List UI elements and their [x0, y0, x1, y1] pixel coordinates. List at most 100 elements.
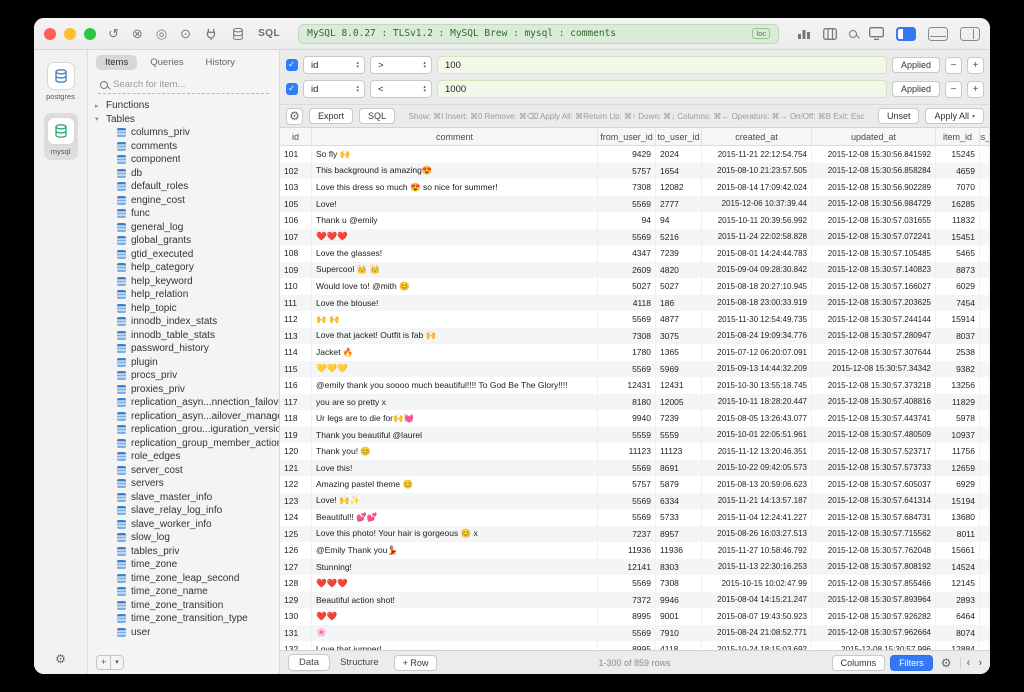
table-row[interactable]: 109 Supercool 👑 👑 2609 4820 2015-09-04 0… — [280, 262, 990, 279]
sidebar-table-item[interactable]: slave_relay_log_info — [95, 504, 279, 518]
table-row[interactable]: 120 Thank you! 😊 11123 11123 2015-11-12 … — [280, 443, 990, 460]
remove-filter-button[interactable]: − — [945, 57, 962, 74]
sidebar-table-item[interactable]: slow_log — [95, 531, 279, 545]
sidebar-table-item[interactable]: user — [95, 626, 279, 640]
table-row[interactable]: 118 Ur legs are to die for🙌💓 9940 7239 2… — [280, 410, 990, 427]
sidebar-table-item[interactable]: help_topic — [95, 302, 279, 316]
sidebar-table-item[interactable]: innodb_index_stats — [95, 315, 279, 329]
filter-value-input[interactable] — [437, 80, 887, 98]
table-row[interactable]: 121 Love this! 5569 8691 2015-10-22 09:4… — [280, 460, 990, 477]
table-row[interactable]: 106 Thank u @emily 94 94 2015-10-11 20:3… — [280, 212, 990, 229]
sidebar-table-item[interactable]: proxies_priv — [95, 383, 279, 397]
table-row[interactable]: 128 ❤️❤️❤️ 5569 7308 2015-10-15 10:02:47… — [280, 575, 990, 592]
unset-button[interactable]: Unset — [878, 108, 920, 124]
filter-operator-select[interactable]: < — [370, 80, 432, 98]
record-icon[interactable]: ⊙ — [180, 27, 191, 40]
fullscreen-button[interactable] — [84, 28, 96, 40]
close-button[interactable] — [44, 28, 56, 40]
sidebar-table-item[interactable]: password_history — [95, 342, 279, 356]
sidebar-table-item[interactable]: replication_group_member_actions — [95, 437, 279, 451]
search-icon[interactable] — [849, 30, 857, 38]
apply-all-button[interactable]: Apply All▾ — [925, 108, 984, 124]
filters-button[interactable]: Filters — [890, 655, 933, 671]
filter-value-input[interactable] — [437, 56, 887, 74]
sql-button[interactable]: SQL — [359, 108, 395, 124]
table-row[interactable]: 103 Love this dress so much 😍 so nice fo… — [280, 179, 990, 196]
table-row[interactable]: 113 Love that jacket! Outfit is fab 🙌 73… — [280, 328, 990, 345]
tab-history[interactable]: History — [197, 55, 245, 70]
section-tables[interactable]: Tables — [95, 113, 279, 127]
sidebar-table-item[interactable]: slave_master_info — [95, 491, 279, 505]
column-header-updated-at[interactable]: updated_at — [812, 128, 936, 145]
column-header-from-user-id[interactable]: from_user_id — [598, 128, 656, 145]
remove-filter-button[interactable]: − — [945, 81, 962, 98]
sidebar-table-item[interactable]: time_zone_transition_type — [95, 612, 279, 626]
sidebar-table-item[interactable]: slave_worker_info — [95, 518, 279, 532]
columns-button[interactable]: Columns — [832, 655, 886, 671]
tab-structure[interactable]: Structure — [330, 655, 389, 670]
sidebar-table-item[interactable]: help_category — [95, 261, 279, 275]
column-header-created-at[interactable]: created_at — [702, 128, 812, 145]
plug-icon[interactable] — [204, 27, 218, 41]
minimize-button[interactable] — [64, 28, 76, 40]
table-row[interactable]: 107 ❤️❤️❤️ 5569 5216 2015-11-24 22:02:58… — [280, 229, 990, 246]
table-row[interactable]: 119 Thank you beautiful @laurel 5559 555… — [280, 427, 990, 444]
sidebar-table-item[interactable]: replication_asyn...nnection_failover — [95, 396, 279, 410]
table-row[interactable]: 131 🌸 5569 7910 2015-08-24 21:08:52.771 … — [280, 625, 990, 642]
table-row[interactable]: 115 💛💛💛 5569 5969 2015-09-13 14:44:32.20… — [280, 361, 990, 378]
tab-queries[interactable]: Queries — [141, 55, 192, 70]
sidebar-table-item[interactable]: component — [95, 153, 279, 167]
sidebar-table-item[interactable]: help_keyword — [95, 275, 279, 289]
table-row[interactable]: 101 So fly 🙌 9429 2024 2015-11-21 22:12:… — [280, 146, 990, 163]
sql-editor-button[interactable]: SQL — [258, 29, 280, 39]
add-item-button[interactable]: + ▾ — [96, 655, 124, 670]
refresh-icon[interactable]: ↺ — [108, 27, 119, 40]
table-row[interactable]: 105 Love! 5569 2777 2015-12-06 10:37:39.… — [280, 196, 990, 213]
filter-column-select[interactable]: id — [303, 80, 365, 98]
table-row[interactable]: 124 Beautiful!! 💕💕 5569 5733 2015-11-04 … — [280, 509, 990, 526]
table-row[interactable]: 110 Would love to! @mith 😊 5027 5027 201… — [280, 278, 990, 295]
sidebar-table-item[interactable]: replication_asyn...ailover_managed — [95, 410, 279, 424]
table-row[interactable]: 129 Beautiful action shot! 7372 9946 201… — [280, 592, 990, 609]
grid-settings-gear-icon[interactable] — [938, 654, 955, 671]
table-row[interactable]: 117 you are so pretty x 8180 12005 2015-… — [280, 394, 990, 411]
sidebar-table-item[interactable]: time_zone_transition — [95, 599, 279, 613]
connection-postgres[interactable]: postgres — [43, 58, 78, 105]
toggle-left-panel-icon[interactable] — [896, 27, 916, 41]
filter-enabled-checkbox[interactable] — [286, 59, 298, 71]
settings-gear-icon[interactable] — [55, 650, 66, 668]
sidebar-table-item[interactable]: time_zone_leap_second — [95, 572, 279, 586]
table-row[interactable]: 126 @Emily Thank you💃 11936 11936 2015-1… — [280, 542, 990, 559]
sidebar-table-item[interactable]: global_grants — [95, 234, 279, 248]
add-filter-button[interactable]: + — [967, 57, 984, 74]
sidebar-table-item[interactable]: comments — [95, 140, 279, 154]
table-row[interactable]: 122 Amazing pastel theme 😊 5757 5879 201… — [280, 476, 990, 493]
sidebar-table-item[interactable]: server_cost — [95, 464, 279, 478]
table-row[interactable]: 132 Love that jumper! 8995 4118 2015-10-… — [280, 641, 990, 650]
sidebar-table-item[interactable]: servers — [95, 477, 279, 491]
table-row[interactable]: 114 Jacket 🔥 1780 1365 2015-07-12 06:20:… — [280, 344, 990, 361]
add-row-button[interactable]: + Row — [394, 655, 438, 671]
sidebar-table-item[interactable]: time_zone — [95, 558, 279, 572]
sidebar-table-item[interactable]: replication_grou...iguration_version — [95, 423, 279, 437]
monitor-icon[interactable] — [869, 27, 884, 40]
filter-operator-select[interactable]: > — [370, 56, 432, 74]
column-header-to-user-id[interactable]: to_user_id — [656, 128, 702, 145]
columns-icon[interactable] — [823, 28, 837, 40]
section-functions[interactable]: Functions — [95, 99, 279, 113]
table-row[interactable]: 123 Love! 🙌✨ 5569 6334 2015-11-21 14:13:… — [280, 493, 990, 510]
table-row[interactable]: 112 🙌 🙌 5569 4877 2015-11-30 12:54:49.73… — [280, 311, 990, 328]
sidebar-table-item[interactable]: columns_priv — [95, 126, 279, 140]
sidebar-table-item[interactable]: procs_priv — [95, 369, 279, 383]
sidebar-search-input[interactable]: Search for item... — [98, 76, 269, 94]
add-filter-button[interactable]: + — [967, 81, 984, 98]
database-icon[interactable] — [231, 27, 245, 41]
table-row[interactable]: 130 ❤️❤️ 8995 9001 2015-08-07 19:43:50.9… — [280, 608, 990, 625]
table-row[interactable]: 102 This background is amazing😍 5757 165… — [280, 163, 990, 180]
next-page-icon[interactable]: › — [978, 657, 982, 669]
sidebar-table-item[interactable]: tables_priv — [95, 545, 279, 559]
column-header-is[interactable]: is_ — [980, 128, 990, 145]
table-row[interactable]: 127 Stunning! 12141 8303 2015-11-13 22:3… — [280, 559, 990, 576]
sidebar-table-item[interactable]: engine_cost — [95, 194, 279, 208]
eye-icon[interactable]: ◎ — [156, 27, 167, 40]
